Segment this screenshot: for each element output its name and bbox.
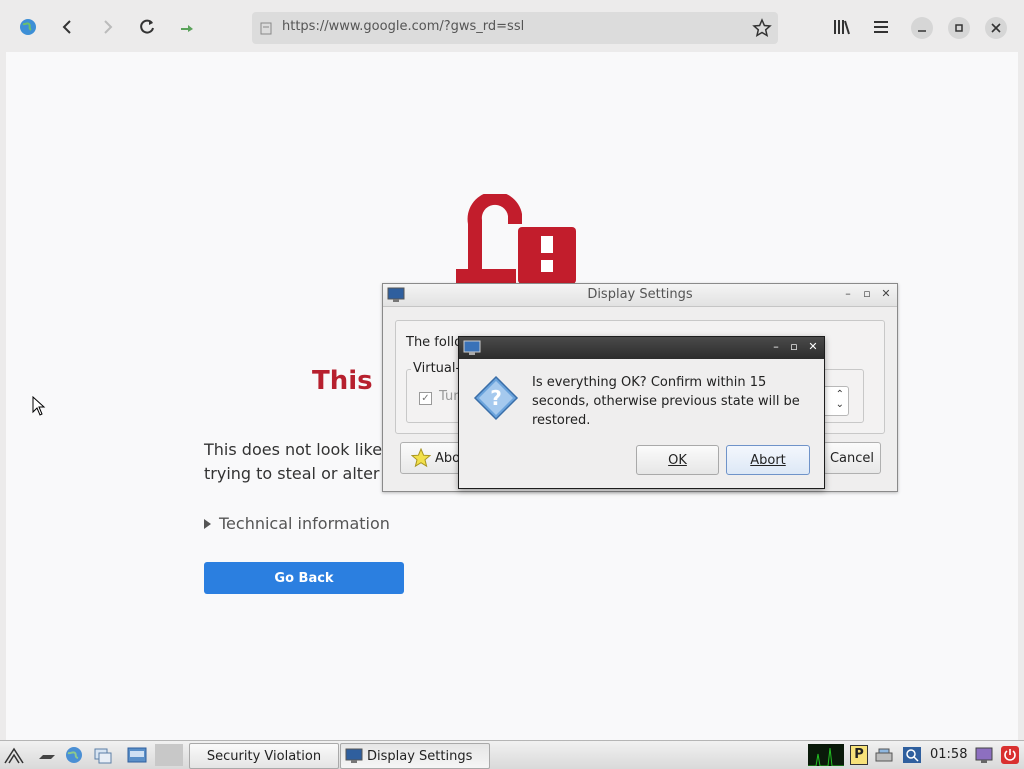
page-info-icon[interactable] <box>260 21 272 35</box>
bookmark-star-icon[interactable] <box>752 18 772 38</box>
maximize-icon[interactable]: ▫ <box>860 287 874 300</box>
broken-lock-icon <box>456 194 576 284</box>
close-icon[interactable]: ✕ <box>879 287 893 300</box>
technical-info-toggle[interactable]: Technical information <box>204 514 390 533</box>
expand-arrow-icon <box>204 519 211 529</box>
task-security-violation[interactable]: Security Violation <box>189 743 339 769</box>
following-text: The follo <box>406 335 463 350</box>
question-icon: ? <box>473 375 519 421</box>
globe-icon[interactable] <box>11 10 45 44</box>
minimize-icon[interactable]: – <box>769 340 783 353</box>
library-icon[interactable] <box>825 10 859 44</box>
search-icon[interactable] <box>902 745 922 765</box>
maximize-icon[interactable]: ▫ <box>787 340 801 353</box>
go-back-button[interactable]: Go Back <box>204 562 404 594</box>
browser-launcher-icon[interactable] <box>64 745 84 765</box>
parcellite-icon[interactable]: P <box>850 745 868 765</box>
mouse-cursor-icon <box>32 396 46 416</box>
star-icon <box>411 448 431 468</box>
cancel-button[interactable]: Cancel <box>823 442 881 474</box>
close-icon[interactable] <box>985 17 1007 39</box>
about-label: Abo <box>435 450 461 466</box>
menu-icon[interactable] <box>864 10 898 44</box>
taskbar: Security Violation Display Settings P 01… <box>0 740 1024 769</box>
terminal-icon[interactable] <box>127 745 147 765</box>
cpu-monitor-icon <box>808 744 844 766</box>
task-label: Security Violation <box>206 748 322 764</box>
url-bar[interactable]: https://www.google.com/?gws_rd=ssl <box>252 12 778 44</box>
screen-lock-icon[interactable] <box>974 745 994 765</box>
minimize-icon[interactable]: – <box>841 287 855 300</box>
extension-icon[interactable] <box>170 10 204 44</box>
start-menu-icon[interactable] <box>4 745 24 765</box>
file-manager-icon[interactable] <box>93 745 113 765</box>
power-icon[interactable] <box>1000 745 1020 765</box>
ok-button[interactable]: OK <box>636 445 719 475</box>
confirm-dialog: – ▫ ✕ ? Is everything OK? Confirm within… <box>458 336 825 489</box>
turn-on-label: Tur <box>439 389 459 404</box>
display-settings-titlebar[interactable]: Display Settings – ▫ ✕ <box>383 284 897 307</box>
clock: 01:58 <box>930 747 968 762</box>
url-text[interactable]: https://www.google.com/?gws_rd=ssl <box>282 19 524 34</box>
technical-info-label: Technical information <box>219 514 390 533</box>
svg-text:?: ? <box>490 386 502 410</box>
task-label: Display Settings <box>367 748 473 764</box>
maximize-icon[interactable] <box>948 17 970 39</box>
forward-icon[interactable] <box>90 10 124 44</box>
spinner-arrows-icon[interactable]: ⌃ ⌄ <box>836 390 844 410</box>
minimize-icon[interactable] <box>911 17 933 39</box>
show-desktop-icon[interactable] <box>37 745 57 765</box>
confirm-message: Is everything OK? Confirm within 15 seco… <box>532 375 800 428</box>
workspace-switcher[interactable] <box>155 744 183 766</box>
browser-toolbar: https://www.google.com/?gws_rd=ssl <box>0 0 1024 52</box>
back-icon[interactable] <box>51 10 85 44</box>
monitor-icon <box>463 340 481 355</box>
task-display-settings[interactable]: Display Settings <box>340 743 490 769</box>
output-group-label: Virtual- <box>411 361 463 376</box>
turn-on-checkbox[interactable]: ✓ <box>419 392 432 405</box>
confirm-dialog-titlebar[interactable]: – ▫ ✕ <box>459 337 824 359</box>
monitor-icon <box>345 748 363 763</box>
close-icon[interactable]: ✕ <box>806 340 820 353</box>
abort-button[interactable]: Abort <box>726 445 810 475</box>
window-title: Display Settings <box>587 287 693 302</box>
network-icon[interactable] <box>874 745 894 765</box>
reload-icon[interactable] <box>130 10 164 44</box>
